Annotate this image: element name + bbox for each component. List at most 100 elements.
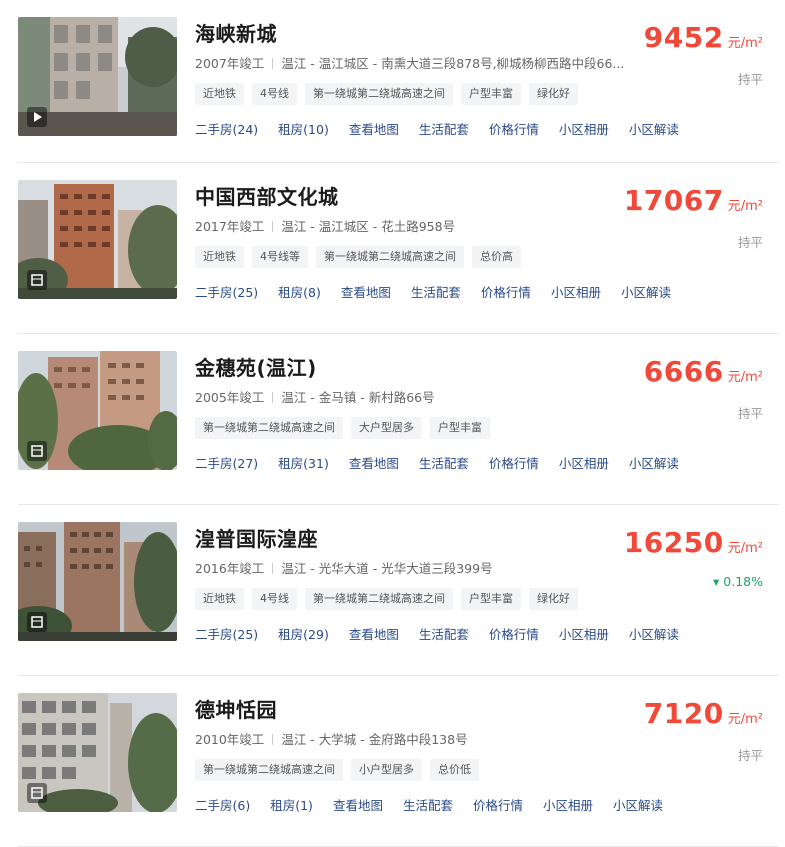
price-block: 7120 元/m² (644, 697, 763, 730)
community-name[interactable]: 金穗苑(温江) (195, 352, 317, 381)
link-map[interactable]: 查看地图 (333, 795, 383, 814)
link-rent[interactable]: 租房(10) (278, 119, 329, 138)
community-photo[interactable] (18, 17, 177, 136)
link-facilities[interactable]: 生活配套 (403, 795, 453, 814)
price-trend: 持平 (737, 235, 763, 250)
tag-list: 近地铁 4号线 第一绕城第二绕城高速之间 户型丰富 绿化好 (195, 588, 578, 610)
community-location: 温江 - 光华大道 - 光华大道三段399号 (281, 561, 493, 576)
link-second-hand[interactable]: 二手房(24) (195, 119, 258, 138)
community-meta: 2007年竣工 温江 - 温江城区 - 南熏大道三段878号,柳城杨柳西路中段66… (195, 53, 624, 72)
link-album[interactable]: 小区相册 (559, 624, 609, 643)
album-icon (27, 783, 47, 803)
tag: 近地铁 (195, 246, 244, 268)
tag: 第一绕城第二绕城高速之间 (195, 417, 343, 439)
link-price-trend[interactable]: 价格行情 (489, 624, 539, 643)
tag: 户型丰富 (461, 83, 521, 105)
build-year: 2010年竣工 (195, 732, 265, 747)
tag: 小户型居多 (351, 759, 422, 781)
community-links: 二手房(27) 租房(31) 查看地图 生活配套 价格行情 小区相册 小区解读 (195, 453, 679, 472)
price-block: 9452 元/m² (644, 21, 763, 54)
link-rent[interactable]: 租房(31) (278, 453, 329, 472)
community-photo[interactable] (18, 693, 177, 812)
link-facilities[interactable]: 生活配套 (419, 119, 469, 138)
tag-list: 近地铁 4号线等 第一绕城第二绕城高速之间 总价高 (195, 246, 521, 268)
link-map[interactable]: 查看地图 (341, 282, 391, 301)
tag: 第一绕城第二绕城高速之间 (195, 759, 343, 781)
link-rent[interactable]: 租房(8) (278, 282, 321, 301)
community-list: 海峡新城 2007年竣工 温江 - 温江城区 - 南熏大道三段878号,柳城杨柳西… (0, 0, 785, 847)
community-photo[interactable] (18, 522, 177, 641)
price-value: 6666 (643, 355, 724, 388)
price-unit: 元/m² (727, 36, 763, 51)
divider (272, 392, 274, 403)
link-album[interactable]: 小区相册 (551, 282, 601, 301)
build-year: 2017年竣工 (195, 219, 265, 234)
community-item: 德坤恬园 2010年竣工 温江 - 大学城 - 金府路中段138号 第一绕城第二绕… (18, 676, 779, 847)
community-meta: 2010年竣工 温江 - 大学城 - 金府路中段138号 (195, 729, 468, 748)
tag: 第一绕城第二绕城高速之间 (305, 588, 453, 610)
link-facilities[interactable]: 生活配套 (411, 282, 461, 301)
community-name[interactable]: 德坤恬园 (195, 694, 277, 723)
tag: 第一绕城第二绕城高速之间 (305, 83, 453, 105)
link-album[interactable]: 小区相册 (559, 453, 609, 472)
link-review[interactable]: 小区解读 (629, 624, 679, 643)
divider (272, 563, 274, 574)
link-map[interactable]: 查看地图 (349, 624, 399, 643)
play-icon (27, 107, 47, 127)
link-review[interactable]: 小区解读 (629, 453, 679, 472)
link-second-hand[interactable]: 二手房(6) (195, 795, 250, 814)
price-value: 17067 (623, 184, 724, 217)
link-facilities[interactable]: 生活配套 (419, 624, 469, 643)
tag: 近地铁 (195, 588, 244, 610)
link-review[interactable]: 小区解读 (629, 119, 679, 138)
link-map[interactable]: 查看地图 (349, 119, 399, 138)
divider (272, 58, 274, 69)
album-icon (27, 612, 47, 632)
community-name[interactable]: 湟普国际湟座 (195, 523, 318, 552)
community-meta: 2017年竣工 温江 - 温江城区 - 花土路958号 (195, 216, 455, 235)
tag: 总价高 (472, 246, 521, 268)
community-item: 金穗苑(温江) 2005年竣工 温江 - 金马镇 - 新村路66号 第一绕城第二绕… (18, 334, 779, 505)
link-review[interactable]: 小区解读 (613, 795, 663, 814)
link-price-trend[interactable]: 价格行情 (489, 119, 539, 138)
link-second-hand[interactable]: 二手房(25) (195, 282, 258, 301)
community-location: 温江 - 温江城区 - 南熏大道三段878号,柳城杨柳西路中段66... (281, 56, 625, 71)
tag: 大户型居多 (351, 417, 422, 439)
link-rent[interactable]: 租房(29) (278, 624, 329, 643)
tag: 4号线 (252, 588, 297, 610)
price-block: 17067 元/m² (624, 184, 763, 217)
community-links: 二手房(6) 租房(1) 查看地图 生活配套 价格行情 小区相册 小区解读 (195, 795, 663, 814)
link-review[interactable]: 小区解读 (621, 282, 671, 301)
community-item: 中国西部文化城 2017年竣工 温江 - 温江城区 - 花土路958号 近地铁 4… (18, 163, 779, 334)
community-location: 温江 - 金马镇 - 新村路66号 (281, 390, 435, 405)
link-price-trend[interactable]: 价格行情 (473, 795, 523, 814)
link-price-trend[interactable]: 价格行情 (481, 282, 531, 301)
link-price-trend[interactable]: 价格行情 (489, 453, 539, 472)
community-photo[interactable] (18, 180, 177, 299)
community-links: 二手房(25) 租房(8) 查看地图 生活配套 价格行情 小区相册 小区解读 (195, 282, 671, 301)
link-second-hand[interactable]: 二手房(27) (195, 453, 258, 472)
link-album[interactable]: 小区相册 (543, 795, 593, 814)
price-unit: 元/m² (727, 712, 763, 727)
link-album[interactable]: 小区相册 (559, 119, 609, 138)
price-unit: 元/m² (727, 199, 763, 214)
link-rent[interactable]: 租房(1) (270, 795, 313, 814)
price-block: 6666 元/m² (644, 355, 763, 388)
community-name[interactable]: 海峡新城 (195, 18, 277, 47)
community-photo[interactable] (18, 351, 177, 470)
community-name[interactable]: 中国西部文化城 (195, 181, 339, 210)
build-year: 2005年竣工 (195, 390, 265, 405)
community-item: 海峡新城 2007年竣工 温江 - 温江城区 - 南熏大道三段878号,柳城杨柳西… (18, 0, 779, 163)
community-meta: 2016年竣工 温江 - 光华大道 - 光华大道三段399号 (195, 558, 493, 577)
link-second-hand[interactable]: 二手房(25) (195, 624, 258, 643)
build-year: 2007年竣工 (195, 56, 265, 71)
tag-list: 近地铁 4号线 第一绕城第二绕城高速之间 户型丰富 绿化好 (195, 83, 578, 105)
link-facilities[interactable]: 生活配套 (419, 453, 469, 472)
price-trend: 持平 (737, 748, 763, 763)
link-map[interactable]: 查看地图 (349, 453, 399, 472)
tag: 第一绕城第二绕城高速之间 (316, 246, 464, 268)
divider (272, 221, 274, 232)
community-item: 湟普国际湟座 2016年竣工 温江 - 光华大道 - 光华大道三段399号 近地铁… (18, 505, 779, 676)
community-links: 二手房(25) 租房(29) 查看地图 生活配套 价格行情 小区相册 小区解读 (195, 624, 679, 643)
price-unit: 元/m² (727, 370, 763, 385)
